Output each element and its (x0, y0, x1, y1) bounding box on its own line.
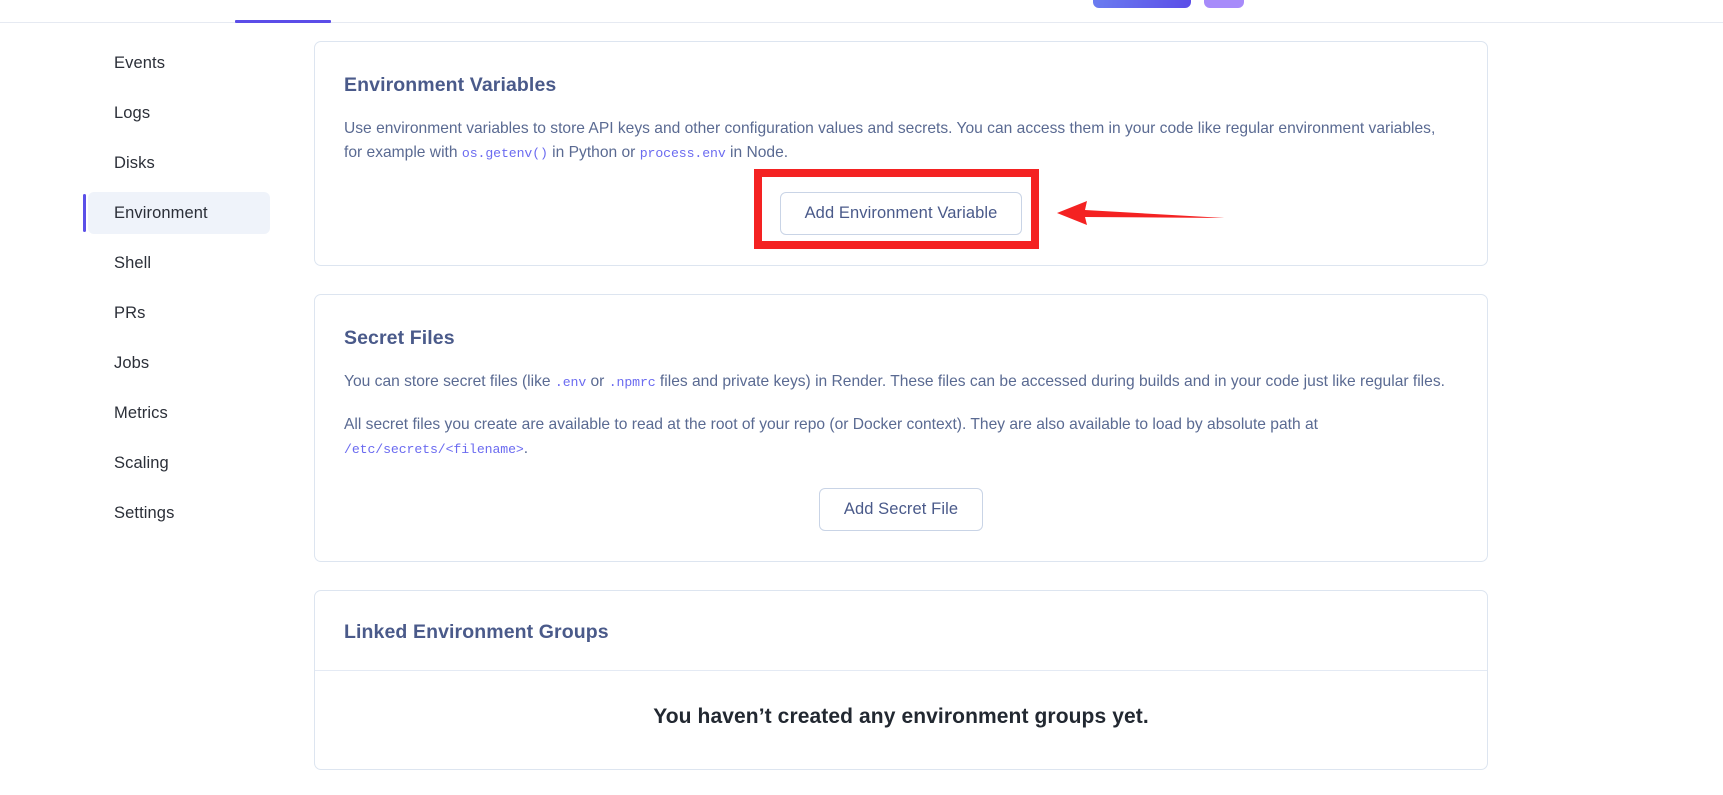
sidebar-item-prs[interactable]: PRs (88, 292, 270, 334)
sidebar-item-label: Scaling (114, 453, 169, 472)
sidebar-item-environment[interactable]: Environment (83, 192, 270, 234)
sidebar-item-events[interactable]: Events (88, 42, 270, 84)
environment-variables-description: Use environment variables to store API k… (344, 117, 1450, 166)
sidebar-item-label: Logs (114, 103, 151, 122)
sidebar-item-scaling[interactable]: Scaling (88, 442, 270, 484)
linked-environment-groups-header: Linked Environment Groups (315, 591, 1487, 671)
sidebar-item-label: PRs (114, 303, 146, 322)
code-process-env: process.env (639, 146, 726, 161)
linked-environment-groups-title: Linked Environment Groups (344, 621, 609, 643)
sidebar-item-label: Metrics (114, 403, 168, 422)
environment-variables-title: Environment Variables (344, 74, 557, 96)
linked-environment-groups-card: Linked Environment Groups You haven’t cr… (314, 590, 1488, 770)
main-content: Environment Variables Use environment va… (314, 41, 1488, 795)
description-text-3: in Node. (725, 144, 789, 161)
linked-environment-groups-empty-state: You haven’t created any environment grou… (315, 671, 1487, 769)
empty-state-message: You haven’t created any environment grou… (653, 705, 1149, 728)
add-environment-variable-button[interactable]: Add Environment Variable (779, 192, 1023, 235)
secret-files-text-1: You can store secret files (like (344, 373, 555, 390)
secret-files-text-4: All secret files you create are availabl… (344, 416, 1318, 433)
sidebar-item-shell[interactable]: Shell (88, 242, 270, 284)
sidebar-item-label: Events (114, 53, 166, 72)
environment-variables-card: Environment Variables Use environment va… (314, 41, 1488, 266)
sidebar-item-label: Settings (114, 503, 175, 522)
top-navigation-bar (0, 0, 1723, 23)
secret-files-text-2: or (586, 373, 609, 390)
secret-files-description-1: You can store secret files (like .env or… (344, 370, 1450, 395)
code-os-getenv: os.getenv() (461, 146, 548, 161)
code-etc-secrets-path: /etc/secrets/<filename> (344, 442, 524, 457)
secret-files-text-5: . (523, 440, 529, 457)
service-sidebar-nav: Events Logs Disks Environment Shell PRs … (83, 42, 270, 542)
code-dot-npmrc: .npmrc (608, 375, 656, 390)
environment-variables-card-body: Environment Variables Use environment va… (315, 42, 1487, 265)
sidebar-item-label: Jobs (114, 353, 150, 372)
environment-variables-button-row: Add Environment Variable (344, 192, 1458, 235)
sidebar-item-label: Disks (114, 153, 155, 172)
sidebar-item-jobs[interactable]: Jobs (88, 342, 270, 384)
secret-files-description-2: All secret files you create are availabl… (344, 413, 1450, 462)
code-dot-env: .env (554, 375, 587, 390)
sidebar-item-disks[interactable]: Disks (88, 142, 270, 184)
sidebar-item-label: Environment (114, 203, 208, 222)
sidebar-item-metrics[interactable]: Metrics (88, 392, 270, 434)
header-primary-button[interactable] (1093, 0, 1191, 8)
secret-files-card: Secret Files You can store secret files … (314, 294, 1488, 562)
app-page: Events Logs Disks Environment Shell PRs … (0, 0, 1723, 795)
secret-files-button-row: Add Secret File (344, 488, 1458, 531)
sidebar-item-label: Shell (114, 253, 152, 272)
secret-files-text-3: files and private keys) in Render. These… (655, 373, 1445, 390)
secret-files-title: Secret Files (344, 327, 455, 349)
sidebar-item-logs[interactable]: Logs (88, 92, 270, 134)
header-secondary-button[interactable] (1204, 0, 1244, 8)
add-secret-file-button[interactable]: Add Secret File (818, 488, 984, 531)
sidebar-item-settings[interactable]: Settings (88, 492, 270, 534)
description-text-2: in Python or (547, 144, 640, 161)
secret-files-card-body: Secret Files You can store secret files … (315, 295, 1487, 561)
active-tab-indicator (235, 20, 331, 23)
